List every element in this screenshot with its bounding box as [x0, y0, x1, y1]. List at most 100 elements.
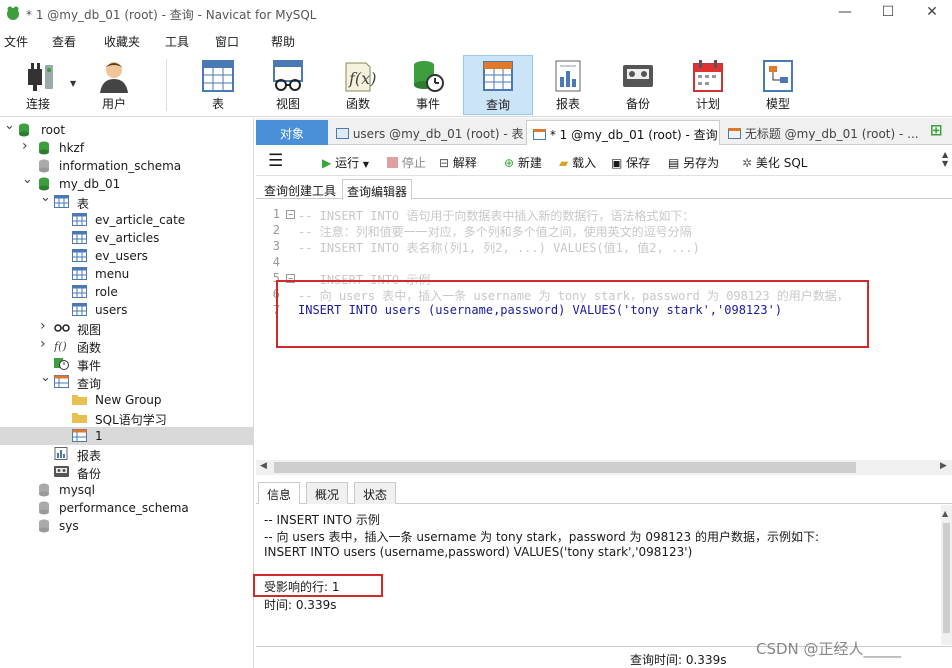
- tree-item-label: 1: [95, 429, 103, 443]
- tree-item[interactable]: ev_article_cate: [0, 211, 253, 229]
- tree-item-icon: [72, 249, 87, 262]
- tree-item[interactable]: menu: [0, 265, 253, 283]
- tree-item[interactable]: ⌄ 查询: [0, 370, 253, 391]
- toolbar-schedule-button[interactable]: 计划: [676, 55, 740, 115]
- tree-item[interactable]: ⌄ 表: [0, 190, 253, 211]
- minimize-button[interactable]: —: [835, 4, 855, 22]
- tree-item[interactable]: sys: [0, 517, 253, 535]
- query-icon: [728, 128, 741, 139]
- code-line: -- INSERT INTO 表名称(列1, 列2, ...) VALUES(值…: [298, 241, 700, 255]
- tab-profile[interactable]: 概况: [306, 482, 349, 504]
- tree-item[interactable]: performance_schema: [0, 499, 253, 517]
- tree-item[interactable]: information_schema: [0, 157, 253, 175]
- fold-toggle-icon[interactable]: −: [286, 210, 295, 219]
- save-as-icon: ▤: [668, 156, 680, 170]
- tree-item-icon: [72, 393, 87, 406]
- stop-button[interactable]: 停止: [387, 154, 426, 171]
- hamburger-menu-icon[interactable]: ☰: [268, 151, 283, 171]
- maximize-button[interactable]: ☐: [878, 4, 898, 22]
- menu-window[interactable]: 窗口: [215, 33, 239, 50]
- toolbar-view-button[interactable]: 视图: [256, 55, 320, 115]
- explain-icon: ⊟: [439, 156, 450, 170]
- tab-users-table[interactable]: users @my_db_01 (root) - 表: [330, 120, 524, 145]
- toolbar-model-button[interactable]: 模型: [746, 55, 810, 115]
- tab-query-editor[interactable]: 查询编辑器: [342, 179, 413, 200]
- connect-dropdown-icon[interactable]: ▼: [70, 79, 76, 88]
- scroll-left-icon[interactable]: ◀: [260, 461, 267, 471]
- tab-query-1[interactable]: * 1 @my_db_01 (root) - 查询: [526, 120, 720, 145]
- close-button[interactable]: ✕: [922, 4, 942, 22]
- run-button[interactable]: ▶ 运行 ▼: [322, 154, 369, 171]
- tree-item[interactable]: › 视图: [0, 318, 253, 337]
- toolbar-overflow-icon[interactable]: ▲ ▼: [942, 150, 948, 168]
- scroll-right-icon[interactable]: ▶: [940, 461, 947, 471]
- menu-favorites[interactable]: 收藏夹: [104, 33, 140, 50]
- tab-untitled-query[interactable]: 无标题 @my_db_01 (root) - ...: [722, 120, 922, 145]
- collapsed-arrow-icon[interactable]: ›: [22, 138, 32, 154]
- table-icon: [72, 213, 87, 226]
- tree-item[interactable]: › hkzf: [0, 138, 253, 157]
- explain-button[interactable]: ⊟ 解释: [439, 154, 477, 171]
- save-button[interactable]: ▣ 保存: [611, 154, 650, 171]
- backup-icon: [623, 65, 653, 87]
- tree-item-label: root: [41, 123, 66, 137]
- tab-objects[interactable]: 对象: [256, 120, 328, 145]
- tree-item-icon: [72, 411, 87, 424]
- expanded-arrow-icon[interactable]: ⌄: [40, 190, 51, 205]
- menu-tools[interactable]: 工具: [165, 33, 189, 50]
- expanded-arrow-icon[interactable]: ⌄: [4, 118, 15, 133]
- tree-item-label: hkzf: [59, 141, 85, 155]
- scrollbar-thumb[interactable]: [943, 523, 950, 633]
- code-line: -- INSERT INTO 语句用于向数据表中插入新的数据行，语法格式如下：: [298, 209, 695, 223]
- toolbar-query-button[interactable]: 查询: [463, 55, 533, 115]
- menu-file[interactable]: 文件: [4, 33, 28, 50]
- new-tab-icon[interactable]: ⊞: [930, 123, 946, 139]
- tab-query-builder[interactable]: 查询创建工具: [260, 179, 340, 200]
- expanded-arrow-icon[interactable]: ⌄: [22, 172, 33, 187]
- tree-item-label: 视图: [77, 323, 102, 337]
- tree-item[interactable]: ev_users: [0, 247, 253, 265]
- tab-info[interactable]: 信息: [258, 482, 301, 504]
- scroll-up-icon[interactable]: ▲: [942, 509, 948, 518]
- tree-item[interactable]: ⌄ root: [0, 118, 253, 139]
- expanded-arrow-icon[interactable]: ⌄: [40, 370, 51, 385]
- report-icon: [555, 60, 581, 92]
- toolbar-connect-button[interactable]: 连接: [6, 55, 70, 115]
- new-query-button[interactable]: ⊕ 新建: [504, 154, 542, 171]
- editor-horizontal-scrollbar[interactable]: ◀ ▶: [256, 460, 952, 475]
- query-toolbar: ☰ ▶ 运行 ▼ 停止 ⊟ 解释 ⊕ 新建 ▰ 载入 ▣ 保存 ▤ 另存为 ✲ …: [256, 146, 952, 176]
- tree-item[interactable]: 1: [0, 427, 253, 445]
- scrollbar-thumb[interactable]: [274, 462, 856, 473]
- toolbar-report-button[interactable]: 报表: [536, 55, 600, 115]
- tree-item[interactable]: users: [0, 301, 253, 319]
- tree-item-label: users: [95, 303, 128, 317]
- collapsed-arrow-icon[interactable]: ›: [40, 336, 50, 352]
- plug-icon: [28, 63, 53, 91]
- tree-item[interactable]: New Group: [0, 391, 253, 409]
- toolbar-table-button[interactable]: 表: [186, 55, 250, 115]
- function-icon: f(): [53, 340, 67, 353]
- menu-help[interactable]: 帮助: [271, 33, 295, 50]
- tree-item[interactable]: 事件: [0, 355, 253, 373]
- tree-item[interactable]: 备份: [0, 463, 253, 481]
- load-button[interactable]: ▰ 载入: [559, 154, 596, 171]
- toolbar-user-button[interactable]: 用户: [82, 55, 146, 115]
- function-icon: f(x): [345, 62, 376, 92]
- toolbar-event-button[interactable]: 事件: [396, 55, 460, 115]
- tree-item[interactable]: role: [0, 283, 253, 301]
- tab-status[interactable]: 状态: [354, 482, 397, 504]
- execution-time: 时间: 0.339s: [264, 598, 337, 612]
- tree-item[interactable]: ev_articles: [0, 229, 253, 247]
- menu-view[interactable]: 查看: [52, 33, 76, 50]
- tree-item[interactable]: › f() 函数: [0, 336, 253, 355]
- tree-item[interactable]: 报表: [0, 445, 253, 463]
- tree-item[interactable]: ⌄ my_db_01: [0, 172, 253, 193]
- save-as-button[interactable]: ▤ 另存为: [668, 154, 719, 171]
- tree-item[interactable]: SQL语句学习: [0, 409, 253, 427]
- beautify-sql-button[interactable]: ✲ 美化 SQL: [742, 154, 807, 171]
- tree-item[interactable]: mysql: [0, 481, 253, 499]
- toolbar-function-button[interactable]: f(x) 函数: [326, 55, 390, 115]
- info-vertical-scrollbar[interactable]: ▲: [941, 505, 952, 645]
- collapsed-arrow-icon[interactable]: ›: [40, 318, 50, 334]
- toolbar-backup-button[interactable]: 备份: [606, 55, 670, 115]
